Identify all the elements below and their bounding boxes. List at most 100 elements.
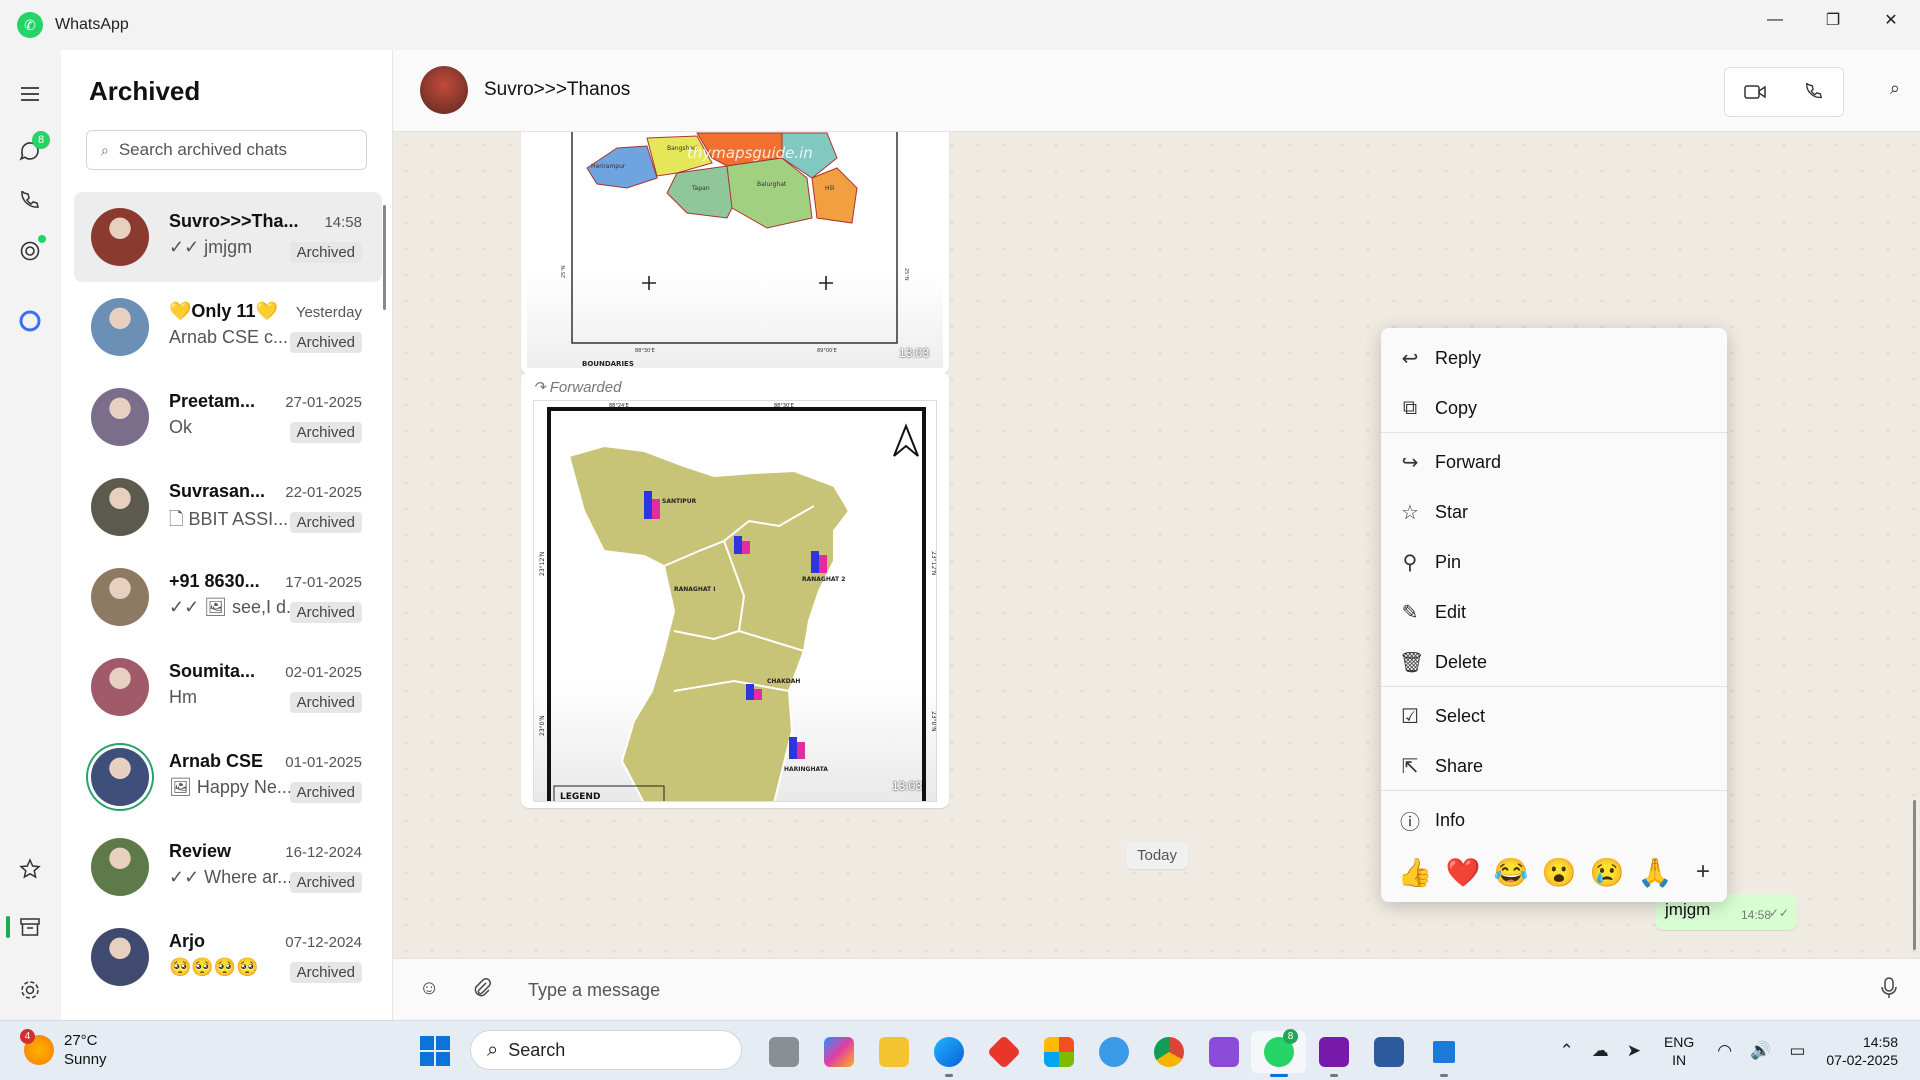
emoji-icon[interactable]: ☺ (419, 977, 439, 1000)
status-icon[interactable] (14, 235, 46, 267)
edge-icon[interactable] (921, 1031, 976, 1077)
wifi-icon[interactable]: ◠ (1717, 1041, 1732, 1061)
reaction-laugh[interactable]: 😂 (1487, 856, 1535, 889)
contact-name[interactable]: Suvro>>>Thanos (484, 79, 630, 101)
chat-search-icon[interactable]: ⌕ (1890, 78, 1900, 99)
video-call-button[interactable] (1725, 68, 1784, 116)
map1-lat-right: 25°N (903, 268, 909, 281)
panel-title: Archived (89, 76, 201, 106)
chat-preview: Arnab CSE c... (169, 327, 289, 347)
map2-label: SANTIPUR (662, 498, 697, 505)
map-image-balurghat[interactable]: Bangshari Harirampur Tapan Balurghat Hil… (527, 132, 943, 368)
chat-list-item[interactable]: Review 16-12-2024 ✓✓ Where ar... Archived (74, 822, 382, 912)
chrome-icon[interactable] (1141, 1031, 1196, 1073)
reaction-pray[interactable]: 🙏 (1631, 856, 1679, 889)
chat-name: +91 8630... (169, 571, 260, 591)
menu-item-reply[interactable]: ↩ Reply (1381, 336, 1727, 380)
clock[interactable]: 14:58 07-02-2025 (1826, 1033, 1898, 1069)
starred-icon[interactable] (14, 853, 46, 885)
menu-item-share[interactable]: ⇱ Share (1381, 744, 1727, 788)
minimize-button[interactable]: — (1746, 0, 1804, 40)
visual-studio-icon[interactable] (1196, 1031, 1251, 1073)
search-box[interactable]: ⌕ (86, 130, 367, 170)
system-tray: ⌃ ☁ ➤ ENG IN ◠ 🔊 ▭ 14:58 07-02-2025 (1550, 1021, 1920, 1080)
reaction-sad[interactable]: 😢 (1583, 856, 1631, 889)
copy-icon: ⧉ (1402, 396, 1418, 419)
chat-list-item[interactable]: Preetam... 27-01-2025 Ok Archived (74, 372, 382, 462)
onedrive-icon[interactable]: ☁ (1592, 1041, 1609, 1061)
chats-icon[interactable]: 8 (14, 131, 50, 167)
menu-item-pin[interactable]: ⚲ Pin (1381, 540, 1727, 584)
map-image-ranaghat[interactable]: SANTIPUR RANAGHAT I RANAGHAT 2 CHAKDAH H… (533, 400, 937, 802)
forwarded-image-message[interactable]: ↷ Forwarded SANTIPUR RANAGHAT I RANAGHAT… (521, 372, 949, 808)
meta-ai-icon[interactable] (14, 305, 46, 337)
chat-list-item[interactable]: Suvro>>>Tha... 14:58 ✓✓ jmjgm Archived (74, 192, 382, 282)
weather-widget[interactable]: 4 27°C Sunny (20, 1029, 107, 1069)
reaction-thumbs-up[interactable]: 👍 (1391, 856, 1439, 889)
conversation-scrollbar[interactable] (1913, 800, 1916, 950)
menu-item-edit[interactable]: ✎ Edit (1381, 590, 1727, 634)
message-input[interactable] (528, 973, 1728, 1007)
menu-item-delete[interactable]: 🗑 Delete (1381, 640, 1727, 684)
task-view-icon[interactable] (756, 1031, 811, 1073)
help-icon[interactable] (1086, 1031, 1141, 1073)
menu-item-info[interactable]: ⓘ Info (1381, 798, 1727, 842)
archived-badge: Archived (289, 962, 362, 983)
chat-time: 02-01-2025 (285, 664, 362, 681)
location-icon[interactable]: ➤ (1627, 1041, 1641, 1061)
chevron-up-icon[interactable]: ⌃ (1559, 1041, 1573, 1061)
close-button[interactable]: ✕ (1862, 0, 1920, 40)
menu-item-copy[interactable]: ⧉ Copy (1381, 386, 1727, 430)
onenote-icon[interactable] (1306, 1031, 1361, 1077)
map2-label: RANAGHAT I (674, 586, 715, 593)
snipping-tool-icon[interactable] (1361, 1031, 1416, 1073)
trash-icon: 🗑 (1399, 651, 1425, 674)
settings-icon[interactable] (14, 974, 46, 1006)
chat-time: 14:58 (324, 214, 362, 231)
archived-badge: Archived (289, 872, 362, 893)
chat-list-item[interactable]: 💛Only 11💛 Yesterday Arnab CSE c... Archived (74, 282, 382, 372)
list-scrollbar[interactable] (383, 205, 386, 310)
remote-desktop-icon[interactable] (1416, 1031, 1471, 1077)
voice-call-button[interactable] (1784, 68, 1843, 116)
menu-item-forward[interactable]: ↪ Forward (1381, 440, 1727, 484)
restore-button[interactable]: ❐ (1804, 0, 1862, 40)
archived-icon[interactable] (14, 911, 46, 943)
chat-list-item[interactable]: Arjo 07-12-2024 🥺🥺🥺🥺 Archived (74, 912, 382, 1002)
battery-icon[interactable]: ▭ (1789, 1041, 1805, 1061)
file-explorer-icon[interactable] (866, 1031, 921, 1073)
chat-time: 07-12-2024 (285, 934, 362, 951)
whatsapp-taskbar-icon[interactable]: 8 (1251, 1029, 1306, 1077)
reaction-surprised[interactable]: 😮 (1535, 856, 1583, 889)
chat-list-item[interactable]: Suvrasan... 22-01-2025 🗋 BBIT ASSI... Archi… (74, 462, 382, 552)
attach-icon[interactable] (473, 977, 491, 1003)
menu-item-star[interactable]: ☆ Star (1381, 490, 1727, 534)
taskbar: 4 27°C Sunny ⌕ Search 8 ⌃ ☁ ➤ ENG IN ◠ 🔊… (0, 1020, 1920, 1080)
chat-list-item[interactable]: Arnab CSE 01-01-2025 🖼 Happy Ne... Archived (74, 732, 382, 822)
anydesk-icon[interactable] (976, 1031, 1031, 1073)
microsoft-store-icon[interactable] (1031, 1031, 1086, 1073)
title-bar: ✆ WhatsApp — ❐ ✕ (0, 0, 1920, 50)
map2-label: HARINGHATA (784, 766, 828, 773)
microphone-icon[interactable] (1881, 977, 1897, 1005)
search-input[interactable] (118, 140, 349, 160)
more-reactions-button[interactable]: + (1679, 858, 1727, 886)
start-button[interactable] (420, 1036, 450, 1066)
language-indicator[interactable]: ENG IN (1664, 1033, 1694, 1069)
chat-time: 16-12-2024 (285, 844, 362, 861)
image-message[interactable]: Bangshari Harirampur Tapan Balurghat Hil… (521, 132, 949, 374)
volume-icon[interactable]: 🔊 (1750, 1041, 1771, 1061)
avatar (91, 568, 149, 626)
menu-icon[interactable] (14, 78, 46, 110)
forward-arrow-icon: ↷ (533, 379, 550, 396)
chat-list-item[interactable]: +91 8630... 17-01-2025 ✓✓ 🖼 see,I d... Arch… (74, 552, 382, 642)
taskbar-search[interactable]: ⌕ Search (470, 1030, 742, 1070)
reaction-heart[interactable]: ❤️ (1439, 856, 1487, 889)
menu-item-select[interactable]: ☑ Select (1381, 694, 1727, 738)
calls-icon[interactable] (14, 185, 46, 217)
avatar (91, 748, 149, 806)
chat-list-item[interactable]: Soumita... 02-01-2025 Hm Archived (74, 642, 382, 732)
chat-preview: 🖼 Happy Ne... (169, 777, 292, 797)
copilot-icon[interactable] (811, 1031, 866, 1073)
contact-avatar[interactable] (420, 66, 468, 114)
